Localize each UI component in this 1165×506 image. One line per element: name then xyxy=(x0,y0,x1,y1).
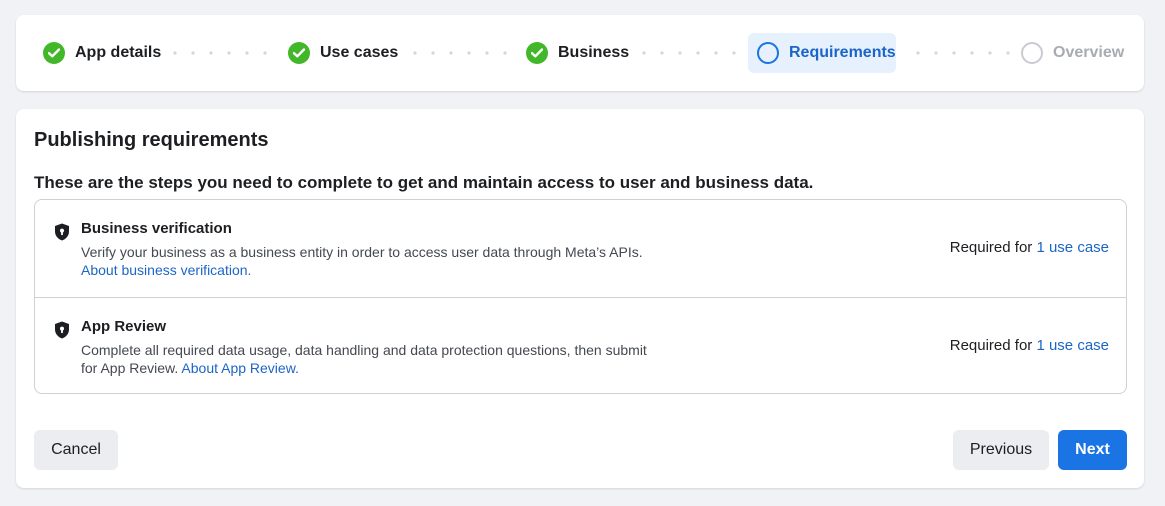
check-circle-icon xyxy=(526,42,548,64)
page-title: Publishing requirements xyxy=(34,129,269,151)
requirement-title: App Review xyxy=(81,318,167,335)
requirement-status-prefix: Required for xyxy=(949,337,1033,354)
previous-button[interactable]: Previous xyxy=(953,430,1049,470)
requirements-list: Business verification Verify your busine… xyxy=(34,199,1127,394)
step-label: App details xyxy=(75,44,162,61)
requirement-status: Required for 1 use case xyxy=(950,239,1109,256)
requirement-status-prefix: Required for xyxy=(949,239,1033,256)
requirement-status: Required for 1 use case xyxy=(950,337,1109,354)
ring-icon xyxy=(757,42,779,64)
step-label: Requirements xyxy=(789,44,896,61)
step-label: Overview xyxy=(1053,44,1125,61)
step-use-cases[interactable]: Use cases xyxy=(288,33,398,73)
step-connector xyxy=(406,51,516,55)
cancel-button[interactable]: Cancel xyxy=(34,430,118,470)
next-button[interactable]: Next xyxy=(1058,430,1127,470)
about-business-verification-link[interactable]: About business verification. xyxy=(81,262,251,278)
step-requirements[interactable]: Requirements xyxy=(748,33,896,73)
section-subtitle: These are the steps you need to complete… xyxy=(34,173,814,192)
requirement-description-text: Verify your business as a business entit… xyxy=(81,244,643,260)
check-circle-icon xyxy=(43,42,65,64)
ring-icon xyxy=(1021,42,1043,64)
about-app-review-link[interactable]: About App Review. xyxy=(181,360,299,376)
requirement-description-text: Complete all required data usage, data h… xyxy=(81,342,647,376)
step-app-details[interactable]: App details xyxy=(43,33,161,73)
step-label: Use cases xyxy=(320,44,399,61)
step-overview[interactable]: Overview xyxy=(1021,33,1124,73)
use-case-link[interactable]: 1 use case xyxy=(1036,337,1109,354)
requirement-app-review: App Review Complete all required data us… xyxy=(35,297,1126,393)
shield-lock-icon xyxy=(55,321,69,339)
requirement-description: Verify your business as a business entit… xyxy=(81,243,681,279)
requirement-business-verification: Business verification Verify your busine… xyxy=(35,200,1126,297)
step-connector xyxy=(909,51,1019,55)
shield-lock-icon xyxy=(55,223,69,241)
step-connector xyxy=(166,51,276,55)
requirement-title: Business verification xyxy=(81,220,232,237)
use-case-link[interactable]: 1 use case xyxy=(1036,239,1109,256)
publishing-requirements-card: Publishing requirements These are the st… xyxy=(16,109,1144,488)
step-label: Business xyxy=(558,44,630,61)
check-circle-icon xyxy=(288,42,310,64)
step-connector xyxy=(635,51,745,55)
stepper: App details Use cases Business Requireme… xyxy=(16,15,1144,91)
requirement-description: Complete all required data usage, data h… xyxy=(81,341,656,377)
step-business[interactable]: Business xyxy=(526,33,629,73)
